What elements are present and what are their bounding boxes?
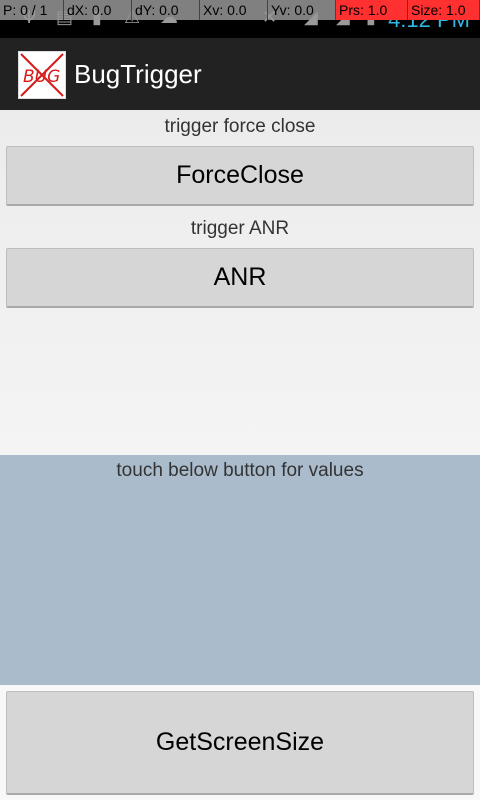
action-bar: BUG BugTrigger [0,38,480,110]
anr-label: trigger ANR [190,218,290,239]
force-close-button[interactable]: ForceClose [6,146,474,206]
pointer-dy: dY: 0.0 [132,0,200,20]
pointer-yv: Yv: 0.0 [268,0,336,20]
main-content: trigger force close ForceClose trigger A… [0,110,480,455]
bug-logo-icon: BUG [20,53,64,97]
pointer-xv: Xv: 0.0 [200,0,268,20]
touch-instructions-label: touch below button for values [116,460,364,481]
pointer-pressure: Prs: 1.0 [336,0,408,20]
bottom-area: GetScreenSize [0,685,480,800]
svg-text:BUG: BUG [23,67,60,87]
force-close-label: trigger force close [164,116,316,137]
app-icon[interactable]: BUG [18,51,66,99]
pointer-location-overlay: P: 0 / 1 dX: 0.0 dY: 0.0 Xv: 0.0 Yv: 0.0… [0,0,480,20]
status-bar: Ψ ▤ ▮ ⚠ ☁ ✕ ◢ ◢ ▮ 4:12 PM P: 0 / 1 dX: 0… [0,0,480,38]
anr-button[interactable]: ANR [6,248,474,308]
get-screen-size-button[interactable]: GetScreenSize [6,691,474,795]
pointer-count: P: 0 / 1 [0,0,64,20]
pointer-size: Size: 1.0 [408,0,480,20]
app-title: BugTrigger [74,59,202,89]
touch-values-panel[interactable]: touch below button for values [0,455,480,685]
pointer-dx: dX: 0.0 [64,0,132,20]
